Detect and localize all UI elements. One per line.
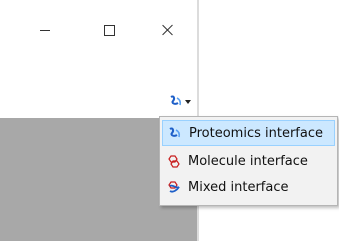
menu-item-proteomics-interface[interactable]: Proteomics interface bbox=[162, 120, 335, 146]
menu-item-mixed-interface[interactable]: Mixed interface bbox=[162, 174, 335, 200]
maximize-icon bbox=[103, 24, 115, 36]
minimize-icon bbox=[40, 29, 50, 31]
title-bar bbox=[0, 0, 197, 58]
proteomics-icon bbox=[167, 125, 183, 141]
menu-item-label: Proteomics interface bbox=[189, 125, 323, 141]
proteomics-interface-icon bbox=[170, 95, 182, 106]
chevron-down-icon bbox=[185, 99, 191, 104]
menu-item-label: Molecule interface bbox=[188, 153, 308, 169]
close-button[interactable] bbox=[155, 20, 181, 40]
menu-item-label: Mixed interface bbox=[188, 179, 289, 195]
molecule-icon bbox=[166, 153, 182, 169]
menu-item-molecule-interface[interactable]: Molecule interface bbox=[162, 148, 335, 174]
mixed-icon bbox=[166, 179, 182, 195]
close-icon bbox=[162, 24, 174, 36]
minimize-button[interactable] bbox=[32, 20, 58, 40]
interface-menu: Proteomics interface Molecule interface … bbox=[159, 116, 338, 206]
interface-switcher-button[interactable] bbox=[163, 90, 197, 112]
maximize-button[interactable] bbox=[96, 20, 122, 40]
